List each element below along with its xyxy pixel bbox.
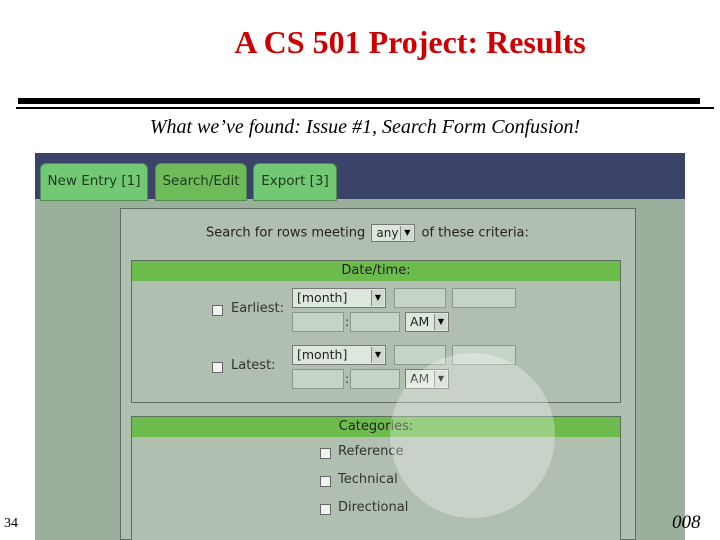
earliest-month-value: [month]: [297, 290, 348, 305]
title-divider-thick: [18, 98, 700, 104]
earliest-label: Earliest:: [231, 301, 284, 316]
latest-ampm-value: AM: [410, 371, 430, 386]
chevron-down-icon: ▼: [434, 371, 447, 387]
latest-day-input[interactable]: [394, 345, 446, 365]
tab-export[interactable]: Export [3]: [253, 163, 337, 201]
app-screenshot: New Entry [1] Search/Edit Export [3] Sea…: [35, 153, 685, 540]
categories-group: Categories: Reference Technical Directio…: [131, 416, 621, 540]
latest-time-separator: :: [345, 372, 350, 386]
latest-month-select[interactable]: [month] ▼: [292, 345, 386, 365]
latest-year-input[interactable]: [452, 345, 516, 365]
earliest-year-input[interactable]: [452, 288, 516, 308]
search-form-panel: Search for rows meeting any ▼ of these c…: [120, 208, 636, 540]
earliest-minute-input[interactable]: [350, 312, 400, 332]
datetime-header: Date/time:: [132, 261, 620, 281]
slide-title: A CS 501 Project: Results: [234, 24, 586, 60]
category-technical-checkbox[interactable]: [320, 476, 331, 487]
categories-header: Categories:: [132, 417, 620, 437]
latest-minute-input[interactable]: [350, 369, 400, 389]
chevron-down-icon: ▼: [371, 347, 384, 363]
latest-checkbox[interactable]: [212, 362, 223, 373]
earliest-time-separator: :: [345, 315, 350, 329]
latest-month-value: [month]: [297, 347, 348, 362]
earliest-checkbox[interactable]: [212, 305, 223, 316]
earliest-hour-input[interactable]: [292, 312, 344, 332]
tab-new-entry[interactable]: New Entry [1]: [40, 163, 148, 201]
footer-year-fragment: 008: [672, 512, 701, 533]
datetime-group: Date/time: Earliest: [month] ▼ : AM ▼ La…: [131, 260, 621, 403]
slide-number: 34: [4, 516, 18, 531]
category-directional-checkbox[interactable]: [320, 504, 331, 515]
latest-hour-input[interactable]: [292, 369, 344, 389]
earliest-day-input[interactable]: [394, 288, 446, 308]
latest-label: Latest:: [231, 358, 276, 373]
criteria-suffix: of these criteria:: [421, 225, 529, 241]
match-mode-select[interactable]: any ▼: [371, 224, 416, 242]
match-mode-value: any: [376, 226, 399, 240]
earliest-ampm-value: AM: [410, 314, 430, 329]
latest-ampm-select[interactable]: AM ▼: [405, 369, 449, 389]
tab-search-edit[interactable]: Search/Edit: [155, 163, 247, 201]
chevron-down-icon: ▼: [400, 226, 414, 240]
category-reference-label: Reference: [338, 444, 404, 459]
chevron-down-icon: ▼: [371, 290, 384, 306]
slide-subtitle: What we’ve found: Issue #1, Search Form …: [149, 116, 581, 138]
title-divider-thin: [16, 107, 714, 109]
criteria-prefix: Search for rows meeting: [206, 225, 366, 241]
category-technical-label: Technical: [338, 472, 398, 487]
category-directional-label: Directional: [338, 500, 409, 515]
earliest-ampm-select[interactable]: AM ▼: [405, 312, 449, 332]
category-reference-checkbox[interactable]: [320, 448, 331, 459]
earliest-month-select[interactable]: [month] ▼: [292, 288, 386, 308]
criteria-row: Search for rows meeting any ▼ of these c…: [206, 224, 529, 242]
chevron-down-icon: ▼: [434, 314, 447, 330]
